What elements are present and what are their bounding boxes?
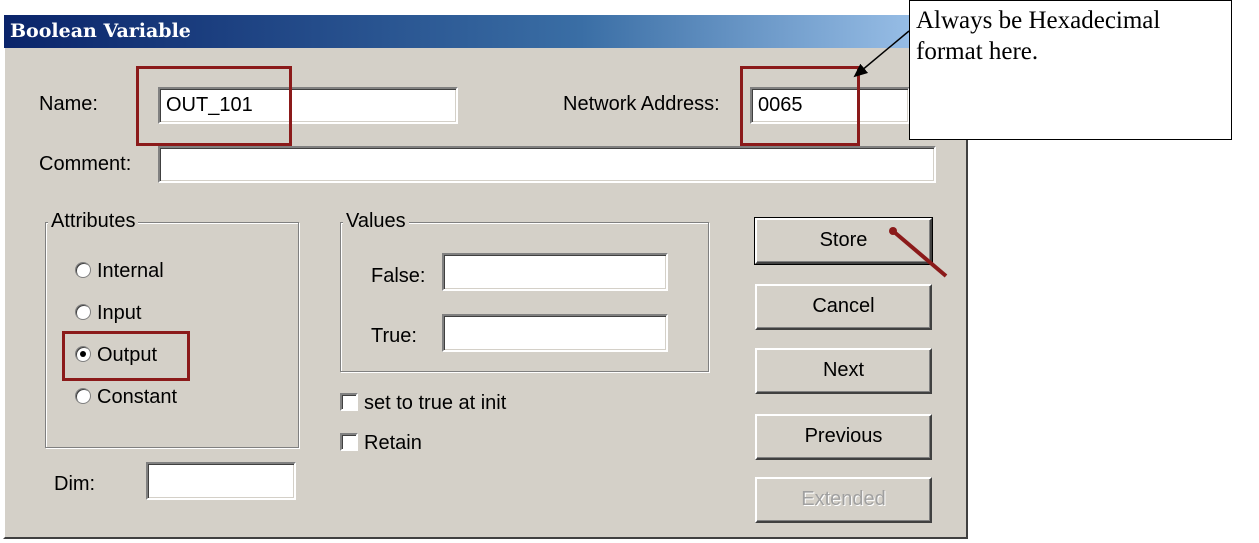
callout-arrow [853,30,910,78]
store-pointer-line [891,229,948,278]
annotation-arrows [853,30,948,278]
store-pointer-dot [889,227,897,235]
